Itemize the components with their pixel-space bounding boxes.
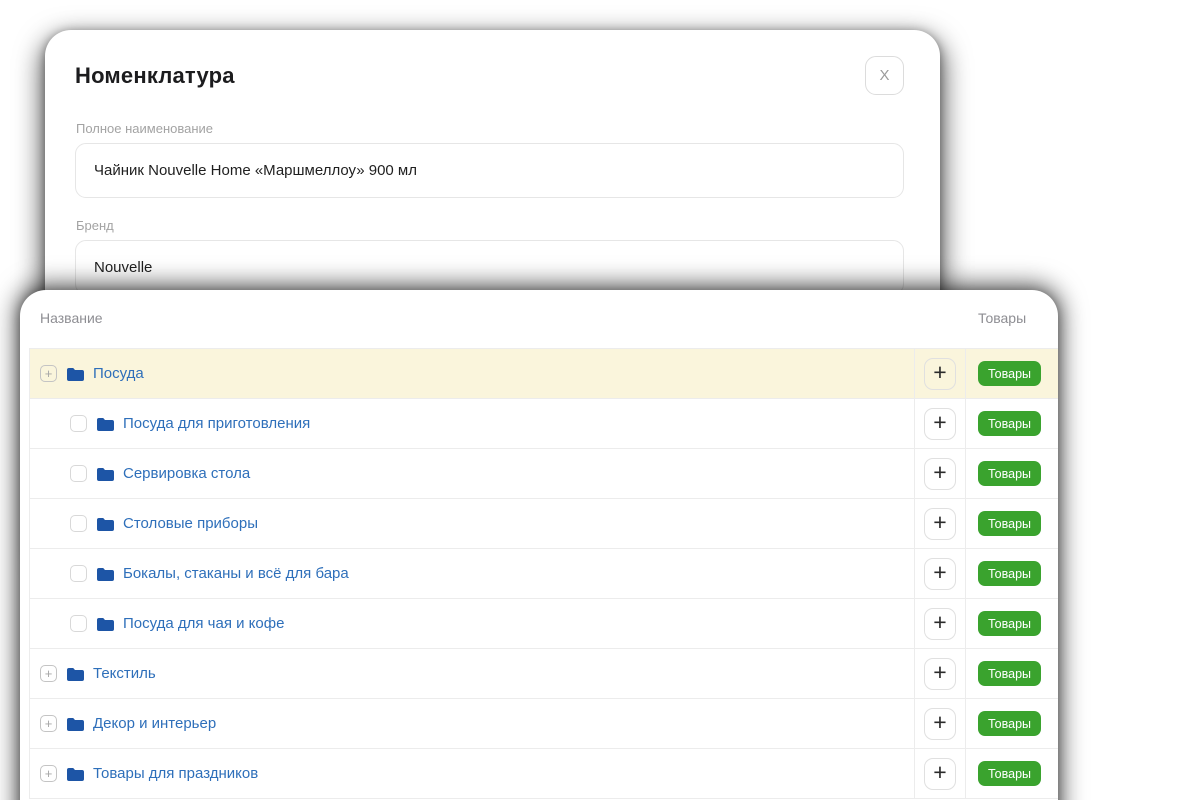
category-table: + Посуда + Товары Посуда для приготовлен…	[29, 348, 1058, 799]
column-header-products: Товары	[978, 310, 1026, 326]
field-label: Полное наименование	[75, 121, 904, 136]
checkbox[interactable]	[70, 465, 87, 482]
products-button[interactable]: Товары	[978, 711, 1041, 736]
category-link[interactable]: Сервировка стола	[123, 465, 250, 482]
products-button[interactable]: Товары	[978, 361, 1041, 386]
add-subcategory-button[interactable]: +	[924, 408, 956, 440]
products-button[interactable]: Товары	[978, 511, 1041, 536]
category-link[interactable]: Посуда для приготовления	[123, 415, 310, 432]
category-link[interactable]: Товары для праздников	[93, 765, 258, 782]
table-row-posuda-chay-kofe: Посуда для чая и кофе + Товары	[30, 599, 1058, 649]
table-row-tovary-dlya-prazdnikov: + Товары для праздников + Товары	[30, 749, 1058, 799]
folder-icon	[66, 667, 84, 681]
products-button[interactable]: Товары	[978, 761, 1041, 786]
add-subcategory-button[interactable]: +	[924, 608, 956, 640]
add-subcategory-button[interactable]: +	[924, 758, 956, 790]
add-icon: +	[933, 661, 946, 684]
products-button[interactable]: Товары	[978, 461, 1041, 486]
plus-glyph: +	[45, 716, 53, 731]
checkbox[interactable]	[70, 565, 87, 582]
add-subcategory-button[interactable]: +	[924, 458, 956, 490]
products-button[interactable]: Товары	[978, 411, 1041, 436]
expand-icon[interactable]: +	[40, 765, 57, 782]
full-name-input[interactable]	[75, 143, 904, 198]
brand-input[interactable]	[75, 240, 904, 295]
close-icon: X	[879, 67, 889, 84]
add-icon: +	[933, 611, 946, 634]
field-label: Бренд	[75, 218, 904, 233]
folder-icon	[96, 617, 114, 631]
field-brand: Бренд	[75, 218, 904, 295]
folder-icon	[96, 417, 114, 431]
add-icon: +	[933, 461, 946, 484]
field-full-name: Полное наименование	[75, 121, 904, 198]
catalog-panel: Название Товары + Посуда + Товары Посуда…	[20, 290, 1058, 800]
expand-icon[interactable]: +	[40, 365, 57, 382]
modal-header: Номенклатура X	[75, 56, 904, 95]
table-row-servirovka: Сервировка стола + Товары	[30, 449, 1058, 499]
folder-icon	[66, 767, 84, 781]
table-row-bokaly: Бокалы, стаканы и всё для бара + Товары	[30, 549, 1058, 599]
table-row-posuda: + Посуда + Товары	[30, 349, 1058, 399]
category-link[interactable]: Столовые приборы	[123, 515, 258, 532]
products-button[interactable]: Товары	[978, 661, 1041, 686]
checkbox[interactable]	[70, 415, 87, 432]
add-subcategory-button[interactable]: +	[924, 708, 956, 740]
category-link[interactable]: Посуда для чая и кофе	[123, 615, 284, 632]
checkbox[interactable]	[70, 515, 87, 532]
add-subcategory-button[interactable]: +	[924, 558, 956, 590]
category-link[interactable]: Бокалы, стаканы и всё для бара	[123, 565, 349, 582]
table-row-posuda-prigotovlenie: Посуда для приготовления + Товары	[30, 399, 1058, 449]
category-link[interactable]: Декор и интерьер	[93, 715, 216, 732]
add-icon: +	[933, 361, 946, 384]
add-icon: +	[933, 561, 946, 584]
plus-glyph: +	[45, 766, 53, 781]
add-icon: +	[933, 761, 946, 784]
column-header-name: Название	[40, 310, 103, 326]
plus-glyph: +	[45, 666, 53, 681]
products-button[interactable]: Товары	[978, 611, 1041, 636]
add-icon: +	[933, 411, 946, 434]
modal-title: Номенклатура	[75, 63, 235, 89]
folder-icon	[66, 367, 84, 381]
expand-icon[interactable]: +	[40, 665, 57, 682]
folder-icon	[66, 717, 84, 731]
close-button[interactable]: X	[865, 56, 904, 95]
expand-icon[interactable]: +	[40, 715, 57, 732]
add-icon: +	[933, 511, 946, 534]
category-link[interactable]: Текстиль	[93, 665, 156, 682]
category-link[interactable]: Посуда	[93, 365, 144, 382]
table-header: Название Товары	[20, 290, 1058, 348]
add-icon: +	[933, 711, 946, 734]
folder-icon	[96, 567, 114, 581]
table-row-stolovye-pribory: Столовые приборы + Товары	[30, 499, 1058, 549]
add-subcategory-button[interactable]: +	[924, 358, 956, 390]
checkbox[interactable]	[70, 615, 87, 632]
products-button[interactable]: Товары	[978, 561, 1041, 586]
plus-glyph: +	[45, 366, 53, 381]
table-row-tekstil: + Текстиль + Товары	[30, 649, 1058, 699]
folder-icon	[96, 467, 114, 481]
add-subcategory-button[interactable]: +	[924, 658, 956, 690]
add-subcategory-button[interactable]: +	[924, 508, 956, 540]
table-row-dekor: + Декор и интерьер + Товары	[30, 699, 1058, 749]
folder-icon	[96, 517, 114, 531]
